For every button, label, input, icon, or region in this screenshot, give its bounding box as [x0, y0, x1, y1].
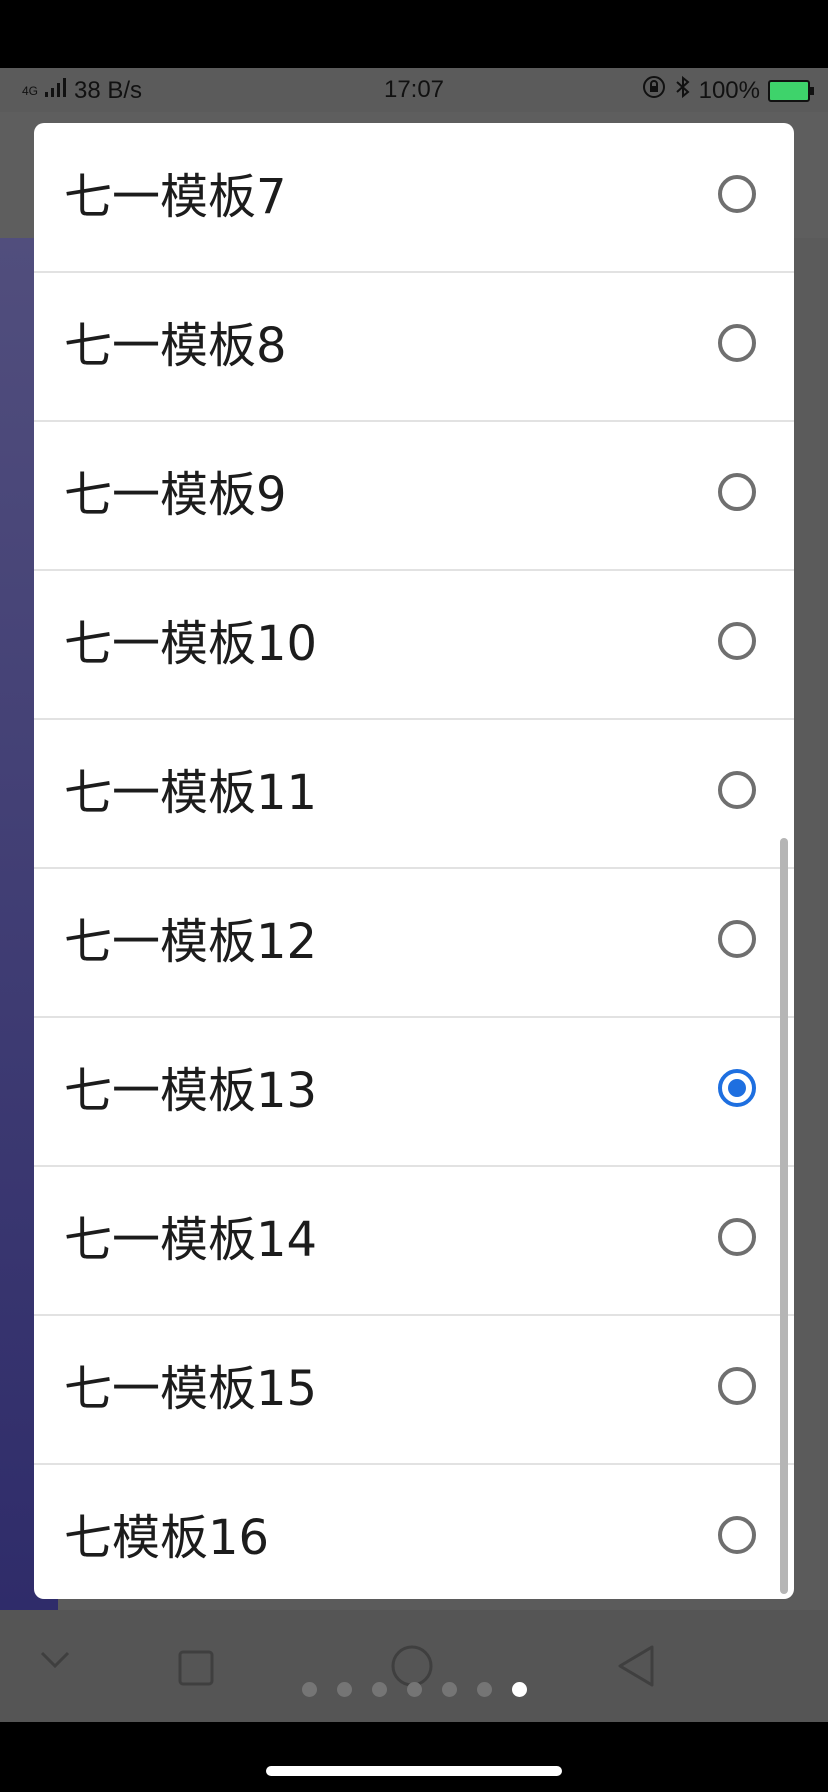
radio-button[interactable]: [718, 473, 756, 511]
radio-button[interactable]: [718, 1516, 756, 1554]
template-select-dialog: 七一模板7 七一模板8 七一模板9 七一模板10 七一模板11 七一模板12 七…: [34, 123, 794, 1599]
list-item[interactable]: 七一模板7: [34, 123, 794, 273]
item-label: 七一模板8: [64, 318, 287, 374]
item-label: 七一模板15: [64, 1361, 318, 1417]
navigation-bar: [0, 1610, 828, 1722]
radio-button[interactable]: [718, 1069, 756, 1107]
item-label: 七一模板10: [64, 616, 318, 672]
page-dot: [406, 1682, 422, 1697]
page-dot: [371, 1682, 387, 1697]
item-label: 七一模板9: [64, 467, 287, 523]
radio-button[interactable]: [718, 1218, 756, 1256]
item-label: 七一模板11: [64, 765, 318, 821]
list-item[interactable]: 七一模板9: [34, 421, 794, 571]
radio-button[interactable]: [718, 920, 756, 958]
rotation-lock-icon: [641, 74, 667, 107]
list-item[interactable]: 七一模板12: [34, 868, 794, 1018]
scrollbar[interactable]: [780, 838, 788, 1594]
chevron-down-icon[interactable]: [40, 1650, 70, 1674]
battery-icon: [768, 79, 814, 102]
home-indicator[interactable]: [266, 1766, 562, 1776]
status-right: 100%: [641, 74, 814, 107]
page-dot: [511, 1682, 527, 1697]
radio-button[interactable]: [718, 771, 756, 809]
radio-button[interactable]: [718, 1367, 756, 1405]
page-dot: [476, 1682, 492, 1697]
bluetooth-icon: [675, 75, 691, 106]
item-label: 七一模板13: [64, 1063, 318, 1119]
list-item[interactable]: 七一模板10: [34, 570, 794, 720]
item-label: 七一模板14: [64, 1212, 318, 1268]
radio-button[interactable]: [718, 324, 756, 362]
page-dot: [301, 1682, 317, 1697]
item-label: 七一模板7: [64, 169, 287, 225]
list-item[interactable]: 七一模板14: [34, 1166, 794, 1316]
item-label: 七模板16: [64, 1510, 270, 1566]
page-dot: [336, 1682, 352, 1697]
list-item[interactable]: 七一模板8: [34, 272, 794, 422]
list-item[interactable]: 七一模板11: [34, 719, 794, 869]
radio-button[interactable]: [718, 622, 756, 660]
list-item[interactable]: 七模板16: [34, 1464, 794, 1599]
list-item[interactable]: 七一模板15: [34, 1315, 794, 1465]
status-bar: 4G 38 B/s 17:07 100%: [0, 68, 828, 112]
page-indicator: [0, 1682, 828, 1697]
item-label: 七一模板12: [64, 914, 318, 970]
battery-percent: 100%: [698, 76, 760, 104]
radio-button[interactable]: [718, 175, 756, 213]
list-item[interactable]: 七一模板13: [34, 1017, 794, 1167]
page-dot: [441, 1682, 457, 1697]
